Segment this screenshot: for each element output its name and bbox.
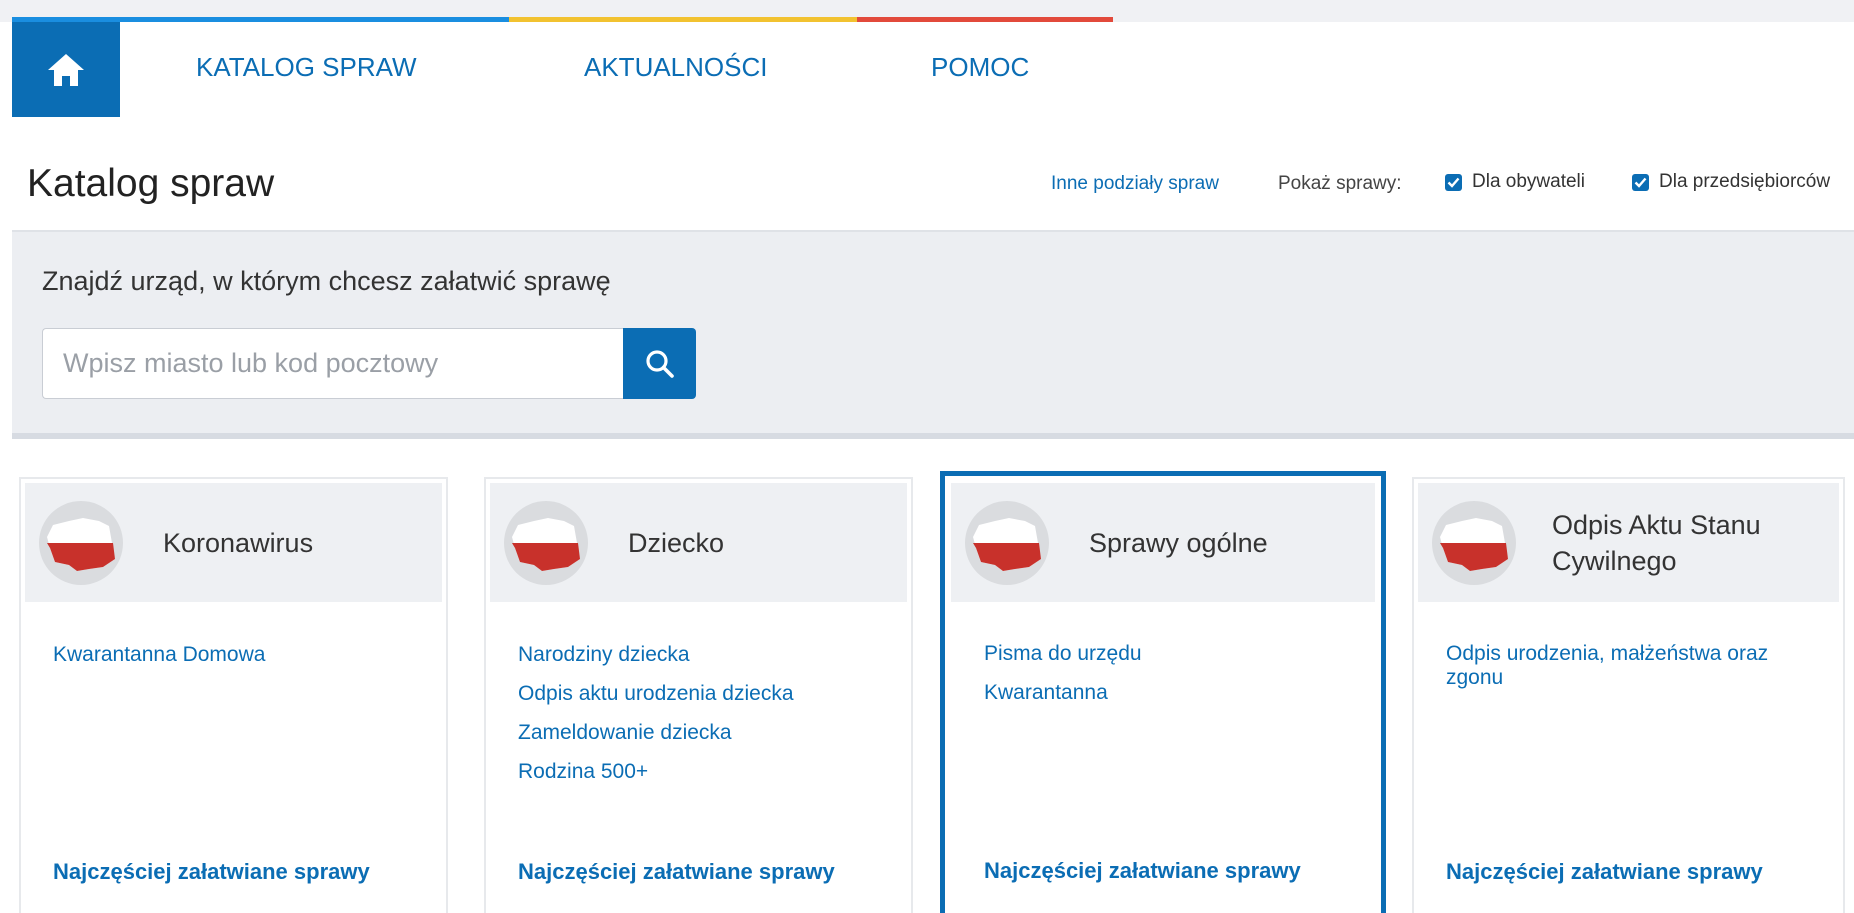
nav-katalog-spraw[interactable]: KATALOG SPRAW xyxy=(196,52,417,83)
page-title: Katalog spraw xyxy=(27,162,275,205)
poland-map-icon xyxy=(1432,501,1516,585)
card-title: Sprawy ogólne xyxy=(1089,527,1268,558)
page: KATALOG SPRAW AKTUALNOŚCI POMOC Katalog … xyxy=(0,0,1854,913)
card-footer-link[interactable]: Najczęściej załatwiane sprawy xyxy=(1446,859,1763,885)
stripe-red xyxy=(857,17,1113,22)
search-icon xyxy=(645,349,674,378)
card-header: Sprawy ogólne xyxy=(951,483,1375,602)
card-footer-link[interactable]: Najczęściej załatwiane sprawy xyxy=(984,858,1301,884)
filter-business-label: Dla przedsiębiorców xyxy=(1659,171,1831,192)
card-footer-link[interactable]: Najczęściej załatwiane sprawy xyxy=(518,859,835,885)
office-search-input[interactable] xyxy=(42,328,623,399)
top-color-bar xyxy=(0,0,1854,22)
search-button[interactable] xyxy=(623,328,696,399)
office-search-label: Znajdź urząd, w którym chcesz załatwić s… xyxy=(42,266,611,296)
category-card-koronawirus[interactable]: Koronawirus Kwarantanna Domowa Najczęści… xyxy=(19,477,448,913)
category-card-sprawy-ogolne[interactable]: Sprawy ogólne Pisma do urzędu Kwarantann… xyxy=(940,471,1386,913)
card-header: Dziecko xyxy=(490,483,907,602)
filter-business-checkbox[interactable]: Dla przedsiębiorców xyxy=(1632,171,1830,193)
card-link[interactable]: Narodziny dziecka xyxy=(518,635,891,674)
card-title: Odpis Aktu Stanu Cywilnego xyxy=(1552,509,1761,576)
card-title: Koronawirus xyxy=(163,527,314,558)
nav-pomoc[interactable]: POMOC xyxy=(931,52,1029,83)
card-link[interactable]: Odpis aktu urodzenia dziecka xyxy=(518,674,891,713)
card-link[interactable]: Rodzina 500+ xyxy=(518,752,891,791)
show-cases-label: Pokaż sprawy: xyxy=(1278,173,1402,194)
card-link[interactable]: Zameldowanie dziecka xyxy=(518,713,891,752)
card-title: Dziecko xyxy=(628,527,725,558)
nav-aktualnosci[interactable]: AKTUALNOŚCI xyxy=(584,52,768,83)
card-links: Kwarantanna Domowa xyxy=(53,635,426,674)
category-card-dziecko[interactable]: Dziecko Narodziny dziecka Odpis aktu uro… xyxy=(484,477,913,913)
checkbox-checked-icon[interactable] xyxy=(1445,173,1462,191)
card-header: Odpis Aktu Stanu Cywilnego xyxy=(1418,483,1839,602)
home-icon xyxy=(48,53,84,86)
poland-map-icon xyxy=(965,501,1049,585)
checkbox-checked-icon[interactable] xyxy=(1632,173,1649,191)
card-footer-link[interactable]: Najczęściej załatwiane sprawy xyxy=(53,859,370,885)
stripe-yellow xyxy=(509,17,857,22)
card-header: Koronawirus xyxy=(25,483,442,602)
card-links: Pisma do urzędu Kwarantanna xyxy=(984,634,1361,712)
office-search-section: Znajdź urząd, w którym chcesz załatwić s… xyxy=(12,230,1854,439)
home-button[interactable] xyxy=(12,22,120,117)
card-link[interactable]: Pisma do urzędu xyxy=(984,634,1361,673)
filter-citizens-label: Dla obywateli xyxy=(1472,171,1585,192)
card-link[interactable]: Odpis urodzenia, małżeństwa oraz zgonu xyxy=(1446,635,1823,690)
category-card-odpis-aktu[interactable]: Odpis Aktu Stanu Cywilnego Odpis urodzen… xyxy=(1412,477,1845,913)
card-link[interactable]: Kwarantanna xyxy=(984,673,1361,712)
poland-map-icon xyxy=(504,501,588,585)
other-divisions-link[interactable]: Inne podziały spraw xyxy=(1051,173,1219,195)
poland-map-icon xyxy=(39,501,123,585)
filter-citizens-checkbox[interactable]: Dla obywateli xyxy=(1445,171,1585,193)
card-link[interactable]: Kwarantanna Domowa xyxy=(53,635,426,674)
card-links: Odpis urodzenia, małżeństwa oraz zgonu xyxy=(1446,635,1823,690)
card-links: Narodziny dziecka Odpis aktu urodzenia d… xyxy=(518,635,891,791)
